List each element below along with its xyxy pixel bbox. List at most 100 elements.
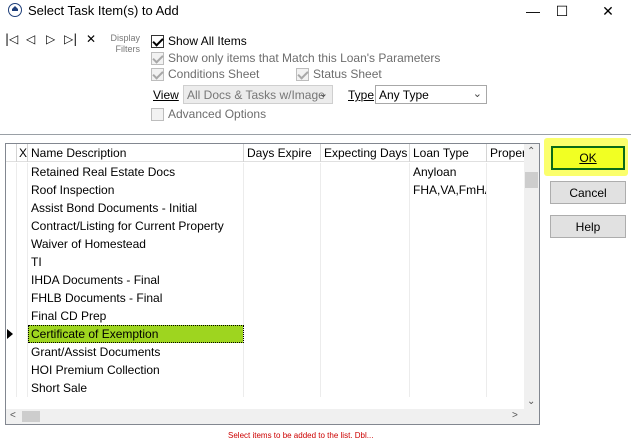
column-header-loan-type[interactable]: Loan Type: [410, 144, 487, 162]
scroll-down-icon[interactable]: ⌄: [527, 396, 535, 407]
row-indicator[interactable]: [6, 181, 17, 199]
row-expecting-days-cell[interactable]: [321, 289, 410, 307]
row-property-cell[interactable]: [487, 289, 526, 307]
table-row[interactable]: Contract/Listing for Current Property: [6, 217, 526, 235]
row-expecting-days-cell[interactable]: [321, 199, 410, 217]
row-indicator[interactable]: [6, 163, 17, 181]
row-x-cell[interactable]: [17, 289, 28, 307]
row-property-cell[interactable]: [487, 253, 526, 271]
row-days-expire-cell[interactable]: [244, 325, 321, 343]
delete-icon[interactable]: ✕: [86, 32, 96, 46]
row-name-cell[interactable]: TI: [28, 253, 244, 271]
row-property-cell[interactable]: [487, 163, 526, 181]
row-expecting-days-cell[interactable]: [321, 253, 410, 271]
row-name-cell[interactable]: Contract/Listing for Current Property: [28, 217, 244, 235]
row-x-cell[interactable]: [17, 271, 28, 289]
table-row[interactable]: Retained Real Estate Docs Anyloan: [6, 163, 526, 181]
row-indicator[interactable]: [6, 199, 17, 217]
row-days-expire-cell[interactable]: [244, 235, 321, 253]
row-loan-type-cell[interactable]: [410, 217, 487, 235]
table-row[interactable]: IHDA Documents - Final: [6, 271, 526, 289]
help-button[interactable]: Help: [550, 215, 626, 238]
row-property-cell[interactable]: [487, 379, 526, 397]
table-row[interactable]: FHLB Documents - Final: [6, 289, 526, 307]
column-header-x[interactable]: X: [17, 144, 28, 162]
row-property-cell[interactable]: [487, 271, 526, 289]
vertical-scroll-thumb[interactable]: [525, 172, 538, 188]
row-indicator[interactable]: [6, 343, 17, 361]
last-record-button[interactable]: ▷|: [64, 32, 77, 46]
row-x-cell[interactable]: [17, 379, 28, 397]
table-row[interactable]: Short Sale: [6, 379, 526, 397]
row-expecting-days-cell[interactable]: [321, 379, 410, 397]
row-days-expire-cell[interactable]: [244, 343, 321, 361]
show-all-items-checkbox[interactable]: Show All Items: [151, 34, 247, 48]
row-indicator[interactable]: [6, 235, 17, 253]
row-expecting-days-cell[interactable]: [321, 181, 410, 199]
table-row[interactable]: TI: [6, 253, 526, 271]
row-loan-type-cell[interactable]: [410, 325, 487, 343]
scroll-left-icon[interactable]: <: [10, 410, 16, 421]
row-indicator[interactable]: [6, 217, 17, 235]
row-name-cell[interactable]: Roof Inspection: [28, 181, 244, 199]
row-property-cell[interactable]: [487, 181, 526, 199]
row-indicator[interactable]: [6, 253, 17, 271]
row-name-cell[interactable]: Waiver of Homestead: [28, 235, 244, 253]
type-select[interactable]: Any Type ⌄: [375, 85, 487, 104]
row-x-cell[interactable]: [17, 325, 28, 343]
row-x-cell[interactable]: [17, 217, 28, 235]
row-loan-type-cell[interactable]: [410, 343, 487, 361]
table-row[interactable]: HOI Premium Collection: [6, 361, 526, 379]
ok-button[interactable]: OK: [551, 146, 625, 170]
row-property-cell[interactable]: [487, 199, 526, 217]
row-x-cell[interactable]: [17, 361, 28, 379]
row-days-expire-cell[interactable]: [244, 181, 321, 199]
row-loan-type-cell[interactable]: [410, 361, 487, 379]
row-loan-type-cell[interactable]: FHA,VA,FmHA: [410, 181, 487, 199]
row-days-expire-cell[interactable]: [244, 217, 321, 235]
row-indicator[interactable]: [6, 325, 17, 343]
row-indicator[interactable]: [6, 379, 17, 397]
row-days-expire-cell[interactable]: [244, 163, 321, 181]
row-days-expire-cell[interactable]: [244, 307, 321, 325]
scroll-right-icon[interactable]: >: [512, 410, 518, 421]
next-record-button[interactable]: ▷: [46, 32, 55, 46]
row-days-expire-cell[interactable]: [244, 289, 321, 307]
row-days-expire-cell[interactable]: [244, 361, 321, 379]
row-loan-type-cell[interactable]: [410, 289, 487, 307]
close-button[interactable]: ✕: [588, 0, 628, 22]
horizontal-scrollbar[interactable]: < >: [6, 409, 539, 424]
row-property-cell[interactable]: [487, 307, 526, 325]
row-days-expire-cell[interactable]: [244, 199, 321, 217]
row-x-cell[interactable]: [17, 253, 28, 271]
row-name-cell[interactable]: Grant/Assist Documents: [28, 343, 244, 361]
row-days-expire-cell[interactable]: [244, 253, 321, 271]
row-days-expire-cell[interactable]: [244, 271, 321, 289]
row-loan-type-cell[interactable]: [410, 307, 487, 325]
row-name-cell[interactable]: Assist Bond Documents - Initial: [28, 199, 244, 217]
row-expecting-days-cell[interactable]: [321, 163, 410, 181]
row-expecting-days-cell[interactable]: [321, 271, 410, 289]
row-property-cell[interactable]: [487, 217, 526, 235]
scroll-up-icon[interactable]: ⌃: [527, 146, 535, 157]
row-expecting-days-cell[interactable]: [321, 361, 410, 379]
column-header-days-expire[interactable]: Days Expire: [244, 144, 321, 162]
row-expecting-days-cell[interactable]: [321, 325, 410, 343]
row-x-cell[interactable]: [17, 307, 28, 325]
column-header-expecting-days[interactable]: Expecting Days: [321, 144, 410, 162]
row-x-cell[interactable]: [17, 199, 28, 217]
row-indicator[interactable]: [6, 289, 17, 307]
table-row[interactable]: Certificate of Exemption: [6, 325, 526, 343]
row-indicator[interactable]: [6, 307, 17, 325]
row-name-cell[interactable]: Certificate of Exemption: [28, 325, 244, 343]
table-row[interactable]: Roof Inspection FHA,VA,FmHA: [6, 181, 526, 199]
row-name-cell[interactable]: FHLB Documents - Final: [28, 289, 244, 307]
cancel-button[interactable]: Cancel: [550, 181, 626, 204]
row-name-cell[interactable]: Final CD Prep: [28, 307, 244, 325]
row-loan-type-cell[interactable]: [410, 199, 487, 217]
vertical-scrollbar[interactable]: ⌃ ⌄: [524, 144, 539, 409]
row-x-cell[interactable]: [17, 181, 28, 199]
column-header-property[interactable]: Proper: [487, 144, 526, 162]
task-items-grid[interactable]: X Name Description Days Expire Expecting…: [5, 143, 540, 425]
row-loan-type-cell[interactable]: [410, 235, 487, 253]
